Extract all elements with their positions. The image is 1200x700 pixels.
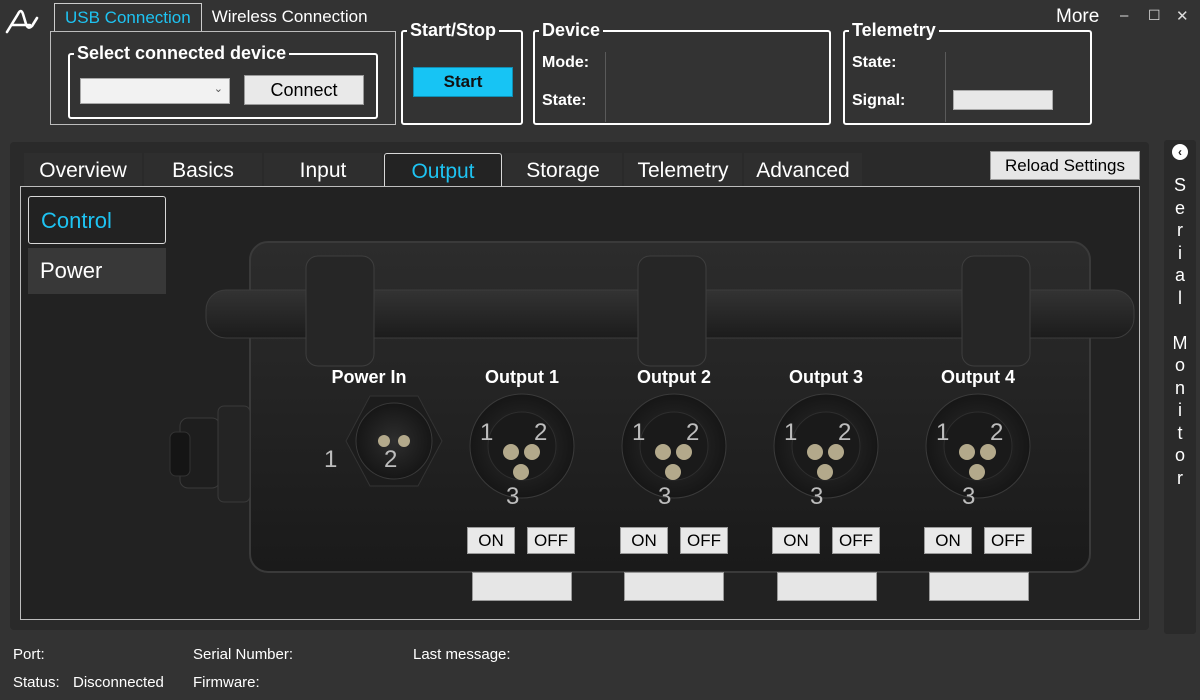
serial-monitor-panel[interactable]: ‹ S e r i a l M o n i t o r [1164,140,1196,634]
maximize-icon[interactable]: ☐ [1148,7,1161,24]
tab-basics[interactable]: Basics [144,153,262,187]
device-divider [605,52,606,122]
last-message-label: Last message: [413,646,511,663]
output-4-value [929,572,1029,601]
select-device-group: Select connected device ⌄ Connect [68,43,378,119]
serial-number-label: Serial Number: [193,646,294,663]
telemetry-signal-label: Signal: [852,92,906,109]
output-2-pin-3: 3 [658,483,671,510]
firmware-label: Firmware: [193,674,260,691]
output-1-pin-1: 1 [480,419,493,446]
signal-meter [953,90,1053,110]
connect-button[interactable]: Connect [244,75,364,105]
output-4-off-button[interactable]: OFF [984,527,1032,554]
output-3-pin-1: 1 [784,419,797,446]
minimize-icon[interactable]: – [1120,7,1128,24]
telemetry-state-label: State: [852,54,897,71]
tab-storage[interactable]: Storage [504,153,622,187]
output-4-pin-3: 3 [962,483,975,510]
output-3-off-button[interactable]: OFF [832,527,880,554]
power-pin-2: 2 [384,446,397,473]
output-2-label: Output 2 [637,367,711,387]
device-state-label: State: [542,92,587,109]
tab-wireless-connection[interactable]: Wireless Connection [202,3,378,31]
output-2-off-button[interactable]: OFF [680,527,728,554]
port-label: Port: [13,646,45,663]
start-stop-title: Start/Stop [407,20,500,40]
output-2-value [624,572,724,601]
output-3-pin-3: 3 [810,483,823,510]
reload-settings-button[interactable]: Reload Settings [990,151,1140,180]
status-value: Disconnected [73,674,164,691]
output-2-on-button[interactable]: ON [620,527,668,554]
status-label: Status: [13,674,60,691]
tab-telemetry[interactable]: Telemetry [624,153,742,187]
chevron-down-icon: ⌄ [213,83,223,95]
start-stop-group: Start/Stop Start [401,20,523,125]
settings-tabs: Overview Basics Input Output Storage Tel… [24,153,862,187]
chevron-left-icon[interactable]: ‹ [1172,144,1188,160]
telemetry-divider [945,52,946,122]
device-title: Device [539,20,604,40]
telemetry-title: Telemetry [849,20,939,40]
device-dropdown[interactable]: ⌄ [80,78,230,104]
serial-monitor-label: S e r i a l M o n i t o r [1172,175,1188,488]
output-4-on-button[interactable]: ON [924,527,972,554]
telemetry-group: Telemetry State: Signal: [843,20,1092,125]
app-logo [4,4,40,36]
output-1-off-button[interactable]: OFF [527,527,575,554]
tab-output[interactable]: Output [384,153,502,187]
output-2-pin-1: 1 [632,419,645,446]
more-menu[interactable]: More [1056,6,1099,28]
output-1-on-button[interactable]: ON [467,527,515,554]
output-3-pin-2: 2 [838,419,851,446]
close-icon[interactable]: ✕ [1176,7,1189,25]
output-4-label: Output 4 [941,367,1015,387]
output-4-pin-1: 1 [936,419,949,446]
tab-overview[interactable]: Overview [24,153,142,187]
output-1-pin-3: 3 [506,483,519,510]
output-3-value [777,572,877,601]
side-item-power[interactable]: Power [28,248,166,294]
output-3-on-button[interactable]: ON [772,527,820,554]
power-pin-1: 1 [324,446,337,473]
device-group: Device Mode: State: [533,20,831,125]
output-2-pin-2: 2 [686,419,699,446]
output-3-label: Output 3 [789,367,863,387]
output-1-value [472,572,572,601]
side-item-control[interactable]: Control [28,196,166,244]
output-1-pin-2: 2 [534,419,547,446]
select-device-title: Select connected device [74,43,290,63]
start-button[interactable]: Start [413,67,513,97]
output-1-label: Output 1 [485,367,559,387]
power-in-label: Power In [331,367,407,387]
output-4-pin-2: 2 [990,419,1003,446]
tab-advanced[interactable]: Advanced [744,153,862,187]
tab-usb-connection[interactable]: USB Connection [54,3,202,32]
connection-tabs: USB Connection Wireless Connection [54,3,378,33]
device-mode-label: Mode: [542,54,590,71]
tab-input[interactable]: Input [264,153,382,187]
